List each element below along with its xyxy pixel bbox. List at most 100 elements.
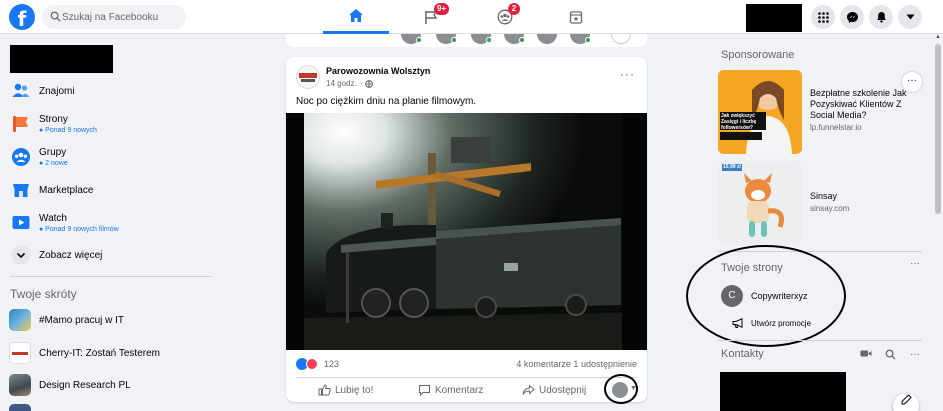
contact-avatar[interactable] <box>537 34 557 44</box>
messenger-button[interactable] <box>840 5 864 29</box>
marketplace-icon <box>11 180 31 200</box>
post-meta: 14 godz. · <box>326 79 374 88</box>
sidebar-item-label: Marketplace <box>39 184 94 196</box>
sidebar-item-marketplace[interactable]: Marketplace <box>11 177 221 203</box>
online-indicator <box>486 37 492 43</box>
sidebar-item-friends[interactable]: Znajomi <box>11 78 221 104</box>
search-contacts-button[interactable] <box>885 349 896 360</box>
watch-icon <box>11 213 31 233</box>
ad-title: Bezpłatne szkolenie Jak Pozyskiwać Klien… <box>810 88 907 120</box>
tab-gaming[interactable] <box>543 0 609 34</box>
ad-options-button[interactable]: ··· <box>902 72 922 92</box>
sponsored-title: Sponsorowane <box>721 49 795 61</box>
sidebar-item-subtitle: ● Ponad 9 nowych filmów <box>39 226 119 233</box>
stories-strip <box>286 34 647 47</box>
chevron-down-icon <box>11 245 31 265</box>
scrollbar-thumb[interactable] <box>935 44 941 214</box>
tab-home[interactable] <box>323 0 389 34</box>
share-button[interactable]: Udostępnij <box>522 379 586 401</box>
shortcut-thumbnail <box>9 404 31 411</box>
globe-icon <box>365 79 374 88</box>
comments-shares-count[interactable]: 4 komentarze 1 udostępnienie <box>516 359 637 369</box>
groups-notification-badge: 2 <box>508 3 520 15</box>
notifications-button[interactable] <box>869 5 893 29</box>
divider <box>296 377 637 378</box>
love-reaction-icon <box>306 358 318 370</box>
account-menu-button[interactable] <box>898 5 922 29</box>
comment-button[interactable]: Komentarz <box>418 379 483 401</box>
page-scrollbar[interactable]: ▲ <box>933 34 943 411</box>
new-room-button[interactable] <box>860 349 872 358</box>
shortcut-label: Cherry-IT: Zostań Testerem <box>39 347 160 359</box>
shortcut-thumbnail <box>9 309 31 331</box>
annotation-circle <box>686 245 846 347</box>
compose-icon <box>901 394 912 405</box>
shortcut-item-mamo-pracuj[interactable]: #Mamo pracuj w IT <box>9 308 219 332</box>
reactions-summary[interactable]: 123 <box>296 358 339 370</box>
tab-groups[interactable]: 2 <box>472 0 538 34</box>
bell-icon <box>876 12 886 23</box>
shortcut-item-partial[interactable] <box>9 403 219 411</box>
comment-label: Komentarz <box>435 384 484 396</box>
contact-redacted[interactable] <box>720 372 846 411</box>
ad-image-caption: Jak zwiększyć Zasięgi i liczbę followers… <box>721 113 757 131</box>
video-camera-icon <box>860 350 872 357</box>
shortcut-item-cherry-it[interactable]: Cherry-IT: Zostań Testerem <box>9 341 219 365</box>
like-button[interactable]: Lubię to! <box>318 379 373 401</box>
shortcut-label: #Mamo pracuj w IT <box>39 314 125 326</box>
user-profile-redacted[interactable] <box>10 45 113 73</box>
sidebar-item-pages[interactable]: Strony ● Ponad 9 nowych <box>11 111 221 137</box>
post-author[interactable]: Parowozownia Wolsztyn <box>326 66 430 76</box>
search-icon <box>885 349 896 360</box>
ad-image: 19,99 zł <box>718 161 802 245</box>
post-photo[interactable] <box>286 113 647 350</box>
ad-url: sinsay.com <box>810 204 850 213</box>
profile-chip-redacted[interactable] <box>746 4 802 32</box>
gaming-icon <box>569 10 583 24</box>
sidebar-item-groups[interactable]: Grupy ● 2 nowe <box>11 144 221 170</box>
search-input[interactable] <box>62 8 180 26</box>
like-label: Lubię to! <box>335 384 374 396</box>
divider <box>10 276 212 277</box>
sidebar-item-label: Znajomi <box>39 85 75 97</box>
post-options-button[interactable]: ··· <box>620 67 635 81</box>
search-icon <box>50 11 61 22</box>
comment-icon <box>419 385 430 396</box>
grid-menu-icon <box>817 11 829 23</box>
shortcut-item-design-research[interactable]: Design Research PL <box>9 373 219 397</box>
shortcuts-title: Twoje skróty <box>10 287 77 301</box>
post-time[interactable]: 14 godz. <box>326 79 357 88</box>
reaction-count: 123 <box>324 359 340 369</box>
sidebar-item-label: Watch <box>39 213 67 224</box>
share-label: Udostępnij <box>539 384 587 396</box>
sidebar-item-label: Zobacz więcej <box>39 249 103 261</box>
search-box[interactable] <box>42 5 186 29</box>
right-sidebar: Sponsorowane Jak zwiększyć Zasięgi i lic… <box>686 34 932 411</box>
price-tag: 19,99 zł <box>723 164 741 170</box>
ad-item[interactable]: 19,99 zł Sinsay sinsay.com <box>718 161 922 245</box>
page-avatar[interactable] <box>296 65 320 89</box>
ad-item[interactable]: Jak zwiększyć Zasięgi i liczbę followers… <box>718 70 922 154</box>
ad-image: Jak zwiększyć Zasięgi i liczbę followers… <box>718 70 802 154</box>
pages-flag-icon <box>11 114 31 134</box>
menu-button[interactable] <box>811 5 835 29</box>
tab-pages[interactable]: 9+ <box>398 0 464 34</box>
see-more-button[interactable]: Zobacz więcej <box>11 242 221 268</box>
more-contacts-button[interactable] <box>611 34 631 44</box>
meta-separator: · <box>359 79 363 88</box>
ad-text: Sinsay sinsay.com <box>810 191 920 214</box>
thumbs-up-icon <box>318 384 331 396</box>
messenger-icon <box>846 11 858 23</box>
ad-url: lp.funnelstar.io <box>810 123 862 132</box>
sidebar-item-subtitle: ● 2 nowe <box>39 160 68 167</box>
left-sidebar: Znajomi Strony ● Ponad 9 nowych Grupy ● … <box>0 34 225 411</box>
divider <box>718 340 922 341</box>
shortcut-thumbnail <box>9 342 31 364</box>
facebook-logo-icon[interactable]: f <box>9 4 35 31</box>
contacts-options-button[interactable]: ··· <box>910 349 920 360</box>
sidebar-item-label: Strony <box>39 114 68 125</box>
online-indicator <box>416 37 422 43</box>
sidebar-item-watch[interactable]: Watch ● Ponad 9 nowych filmów <box>11 210 221 236</box>
scroll-up-arrow-icon[interactable]: ▲ <box>935 34 941 40</box>
your-pages-options-button[interactable]: ··· <box>910 258 920 269</box>
